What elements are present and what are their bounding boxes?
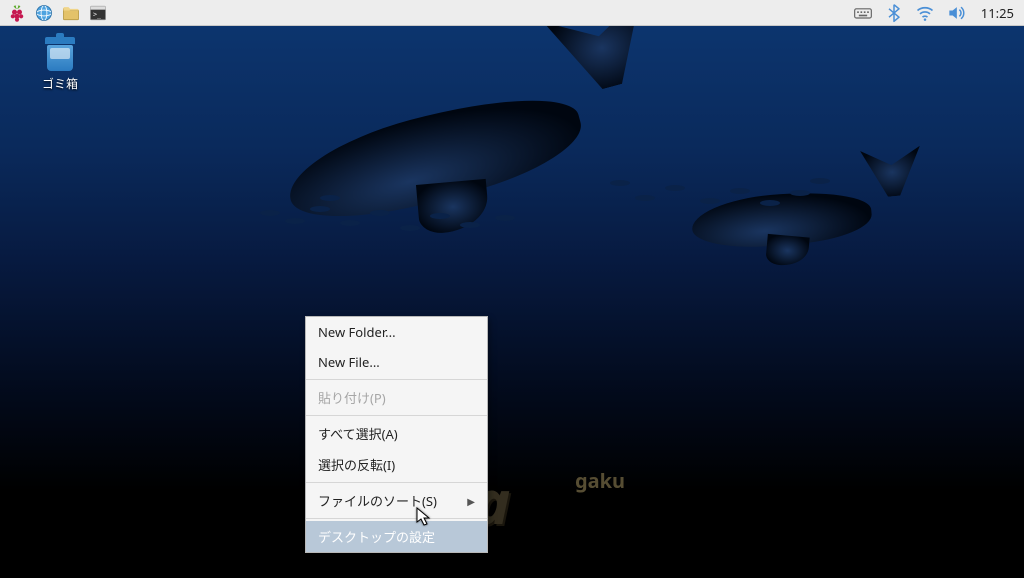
submenu-arrow-icon: ▶ — [467, 494, 475, 508]
taskbar: >_ 11:25 — [0, 0, 1024, 26]
taskbar-clock[interactable]: 11:25 — [981, 4, 1014, 22]
ctx-sort-files[interactable]: ファイルのソート(S) ▶ — [306, 485, 487, 516]
desktop-context-menu: New Folder... New File... 貼り付け(P) すべて選択(… — [305, 316, 488, 553]
ctx-separator — [306, 518, 487, 519]
terminal-icon[interactable]: >_ — [85, 1, 111, 25]
ctx-paste: 貼り付け(P) — [306, 382, 487, 413]
taskbar-left: >_ — [4, 1, 111, 25]
keyboard-icon[interactable] — [853, 1, 873, 25]
ctx-separator — [306, 482, 487, 483]
file-manager-icon[interactable] — [58, 1, 84, 25]
taskbar-right: 11:25 — [853, 1, 1020, 25]
svg-text:>_: >_ — [93, 10, 101, 18]
ctx-select-all[interactable]: すべて選択(A) — [306, 418, 487, 449]
bluetooth-icon[interactable] — [884, 1, 904, 25]
web-browser-icon[interactable] — [31, 1, 57, 25]
trash-icon — [41, 35, 79, 73]
ctx-new-folder[interactable]: New Folder... — [306, 317, 487, 347]
volume-icon[interactable] — [946, 1, 966, 25]
trash-desktop-icon[interactable]: ゴミ箱 — [25, 35, 95, 92]
raspberry-menu-icon[interactable] — [4, 1, 30, 25]
wifi-icon[interactable] — [915, 1, 935, 25]
wallpaper-whale-large — [263, 0, 677, 271]
wallpaper-logo-top: gaku — [575, 467, 625, 494]
ctx-separator — [306, 379, 487, 380]
desktop-wallpaper[interactable]: Yoka gaku domo no — [0, 0, 1024, 578]
ctx-invert-selection[interactable]: 選択の反転(I) — [306, 449, 487, 480]
ctx-separator — [306, 415, 487, 416]
trash-label: ゴミ箱 — [42, 75, 78, 92]
ctx-new-file[interactable]: New File... — [306, 347, 487, 377]
wallpaper-whale-small — [687, 146, 924, 273]
mouse-cursor-icon — [416, 507, 432, 532]
ctx-desktop-settings[interactable]: デスクトップの設定 — [306, 521, 487, 552]
